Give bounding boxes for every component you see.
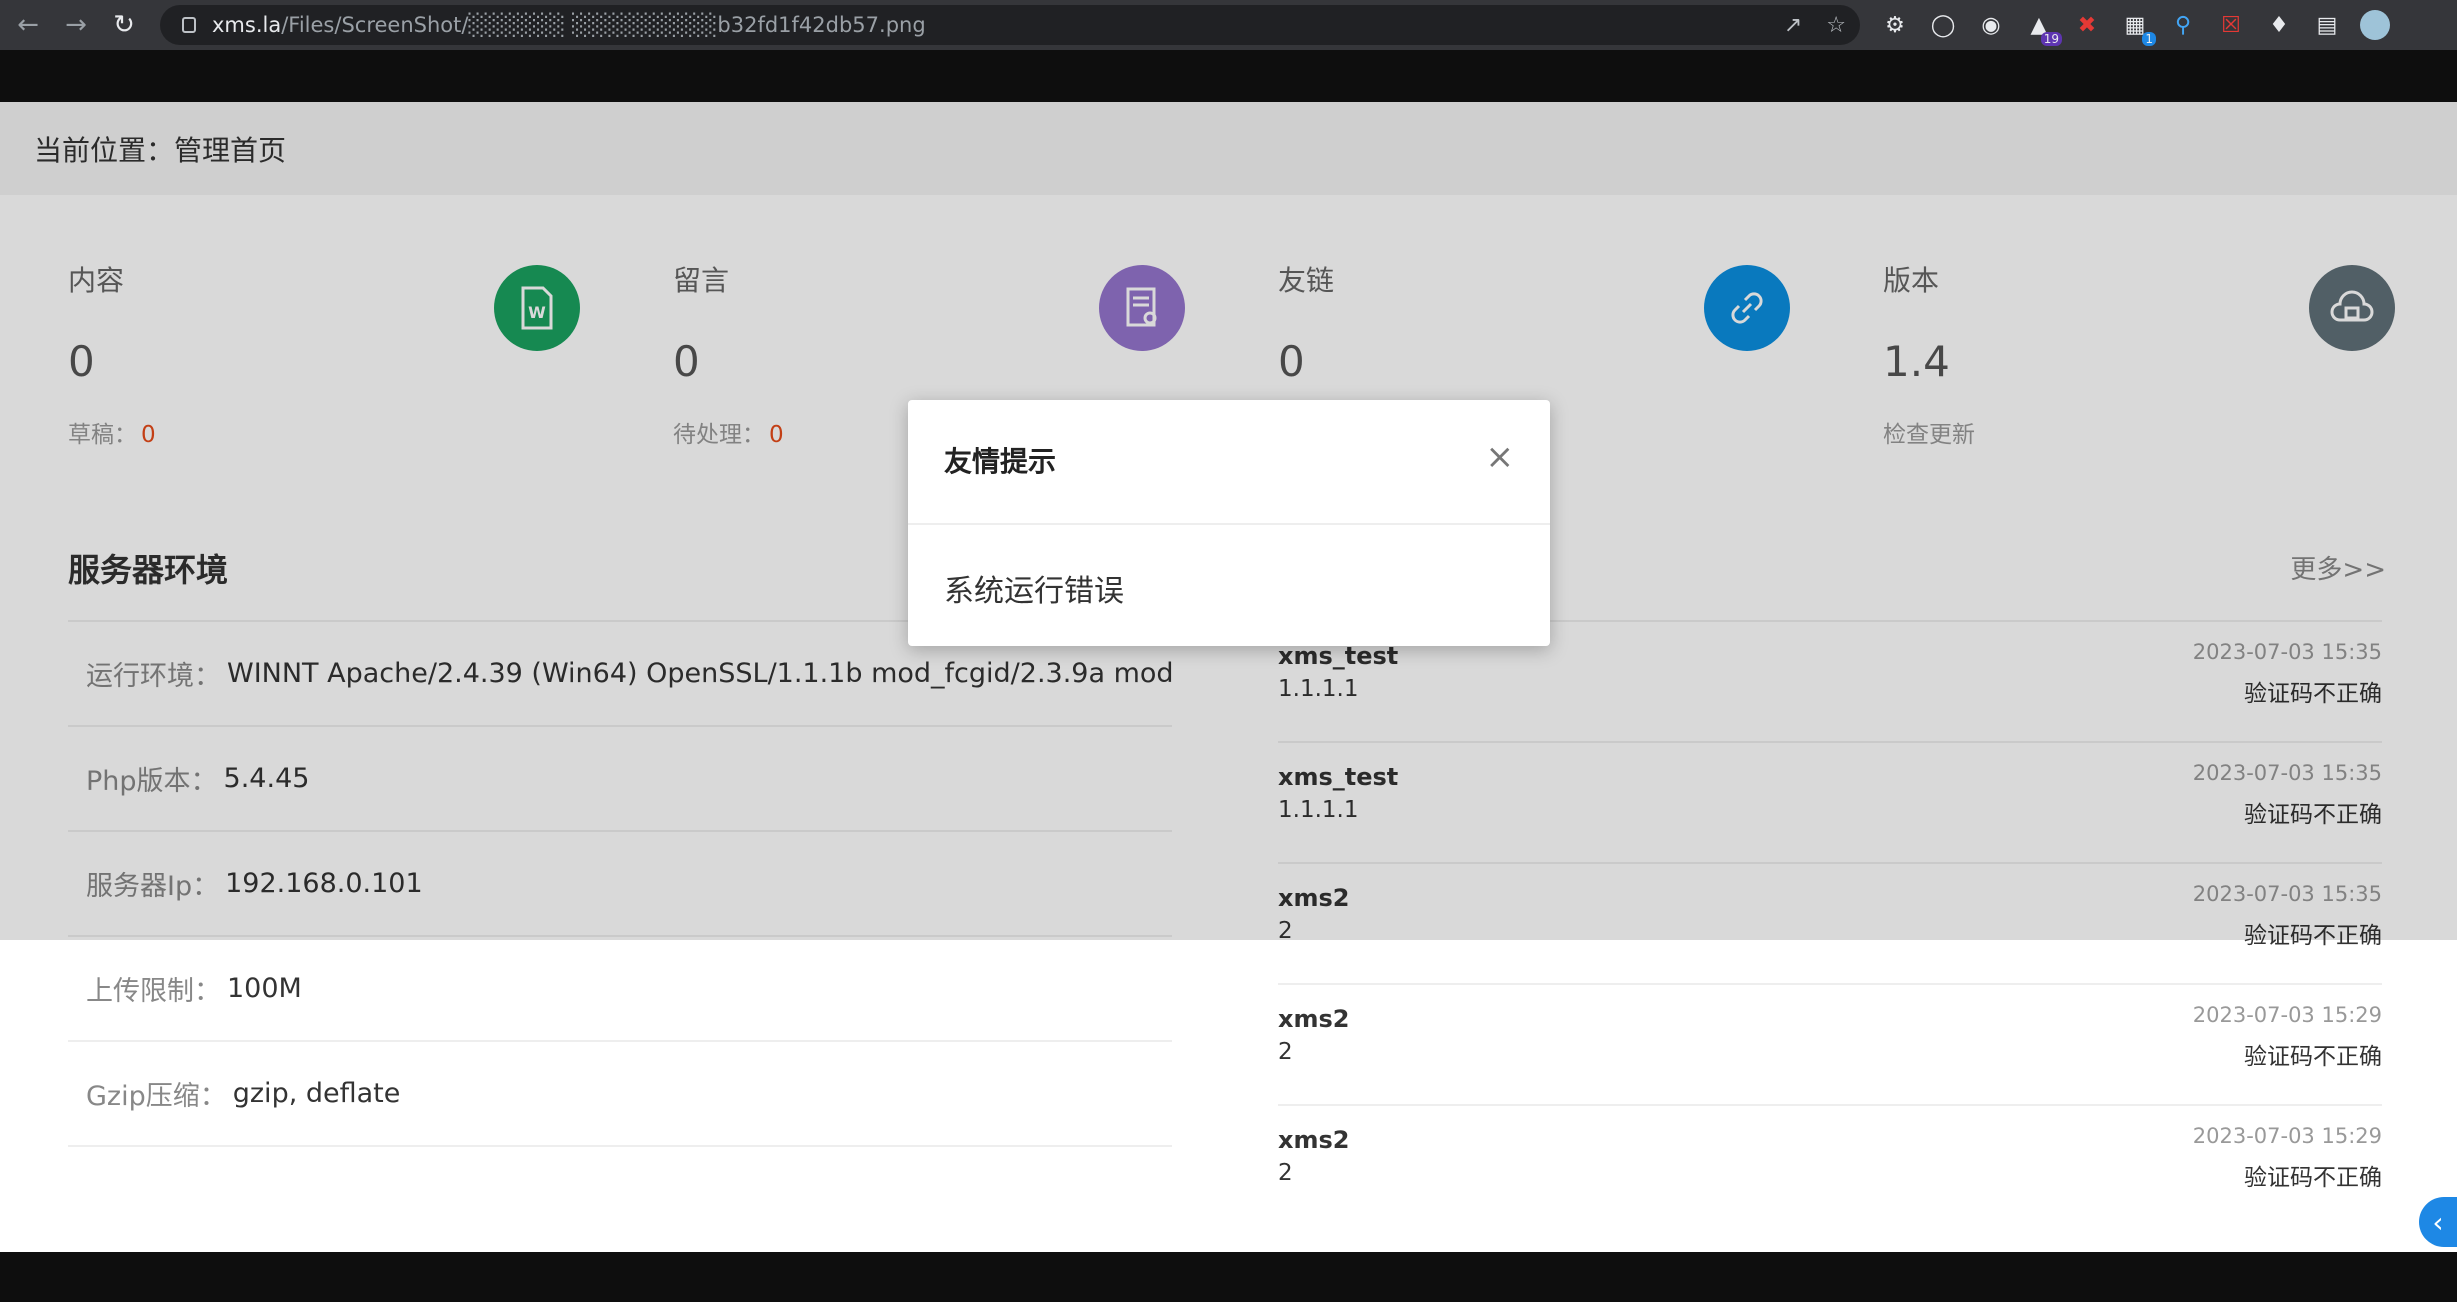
divider: [908, 523, 1550, 525]
dashboard-page: 当前位置：管理首页 内容 0 草稿： 0 W 留言 0 待处理： 0 友链 0 版本…: [0, 102, 2457, 1302]
bookmark-star-icon[interactable]: ☆: [1826, 13, 1846, 38]
close-icon[interactable]: ×: [1486, 440, 1515, 474]
reload-button[interactable]: ↻: [104, 5, 144, 45]
share-icon[interactable]: ↗: [1784, 13, 1802, 38]
dialog-message: 系统运行错误: [944, 574, 1124, 609]
message-row[interactable]: xms2 2 2023-07-03 15:29 验证码不正确: [1278, 985, 2382, 1106]
lock-icon: [182, 17, 196, 33]
chevron-left-icon[interactable]: ‹: [2419, 1197, 2457, 1247]
dialog-title: 友情提示: [944, 445, 1057, 478]
bottom-bar: [0, 1252, 2457, 1302]
extension-glasses-icon[interactable]: ◯: [1928, 10, 1958, 40]
extensions-area: ⚙ ◯ ◉ ▲ 19 ✖ ▦ 1 ⚲ ☒ ♦ ▤: [1880, 10, 2390, 46]
forward-button[interactable]: →: [56, 5, 96, 45]
alert-dialog: 友情提示 × 系统运行错误: [908, 400, 1550, 646]
message-row[interactable]: xms2 2 2023-07-03 15:29 验证码不正确: [1278, 1106, 2382, 1227]
env-row: Gzip压缩： gzip, deflate: [68, 1042, 1172, 1147]
extension-cap-icon[interactable]: ▲ 19: [2024, 10, 2062, 46]
extension-gear-icon[interactable]: ⚙: [1880, 10, 1910, 40]
browser-toolbar: ← → ↻ xms.la/Files/ScreenShot/░░░░░░ ░░░…: [0, 0, 2457, 50]
back-button[interactable]: ←: [8, 5, 48, 45]
side-panel-icon[interactable]: ▤: [2312, 10, 2342, 40]
extension-qr-icon[interactable]: ▦ 1: [2120, 10, 2156, 46]
extension-circle-icon[interactable]: ◉: [1976, 10, 2006, 40]
extension-xmark-icon[interactable]: ☒: [2216, 10, 2246, 40]
top-nav-bar: [0, 50, 2457, 102]
extensions-puzzle-icon[interactable]: ♦: [2264, 10, 2294, 40]
extension-pin-icon[interactable]: ⚲: [2168, 10, 2198, 40]
extension-x-icon[interactable]: ✖: [2072, 10, 2102, 40]
env-row: 上传限制： 100M: [68, 937, 1172, 1042]
url-text: xms.la/Files/ScreenShot/░░░░░░ ░░░░░░░░░…: [212, 13, 926, 37]
address-bar[interactable]: xms.la/Files/ScreenShot/░░░░░░ ░░░░░░░░░…: [160, 5, 1860, 45]
profile-avatar[interactable]: [2360, 10, 2390, 40]
